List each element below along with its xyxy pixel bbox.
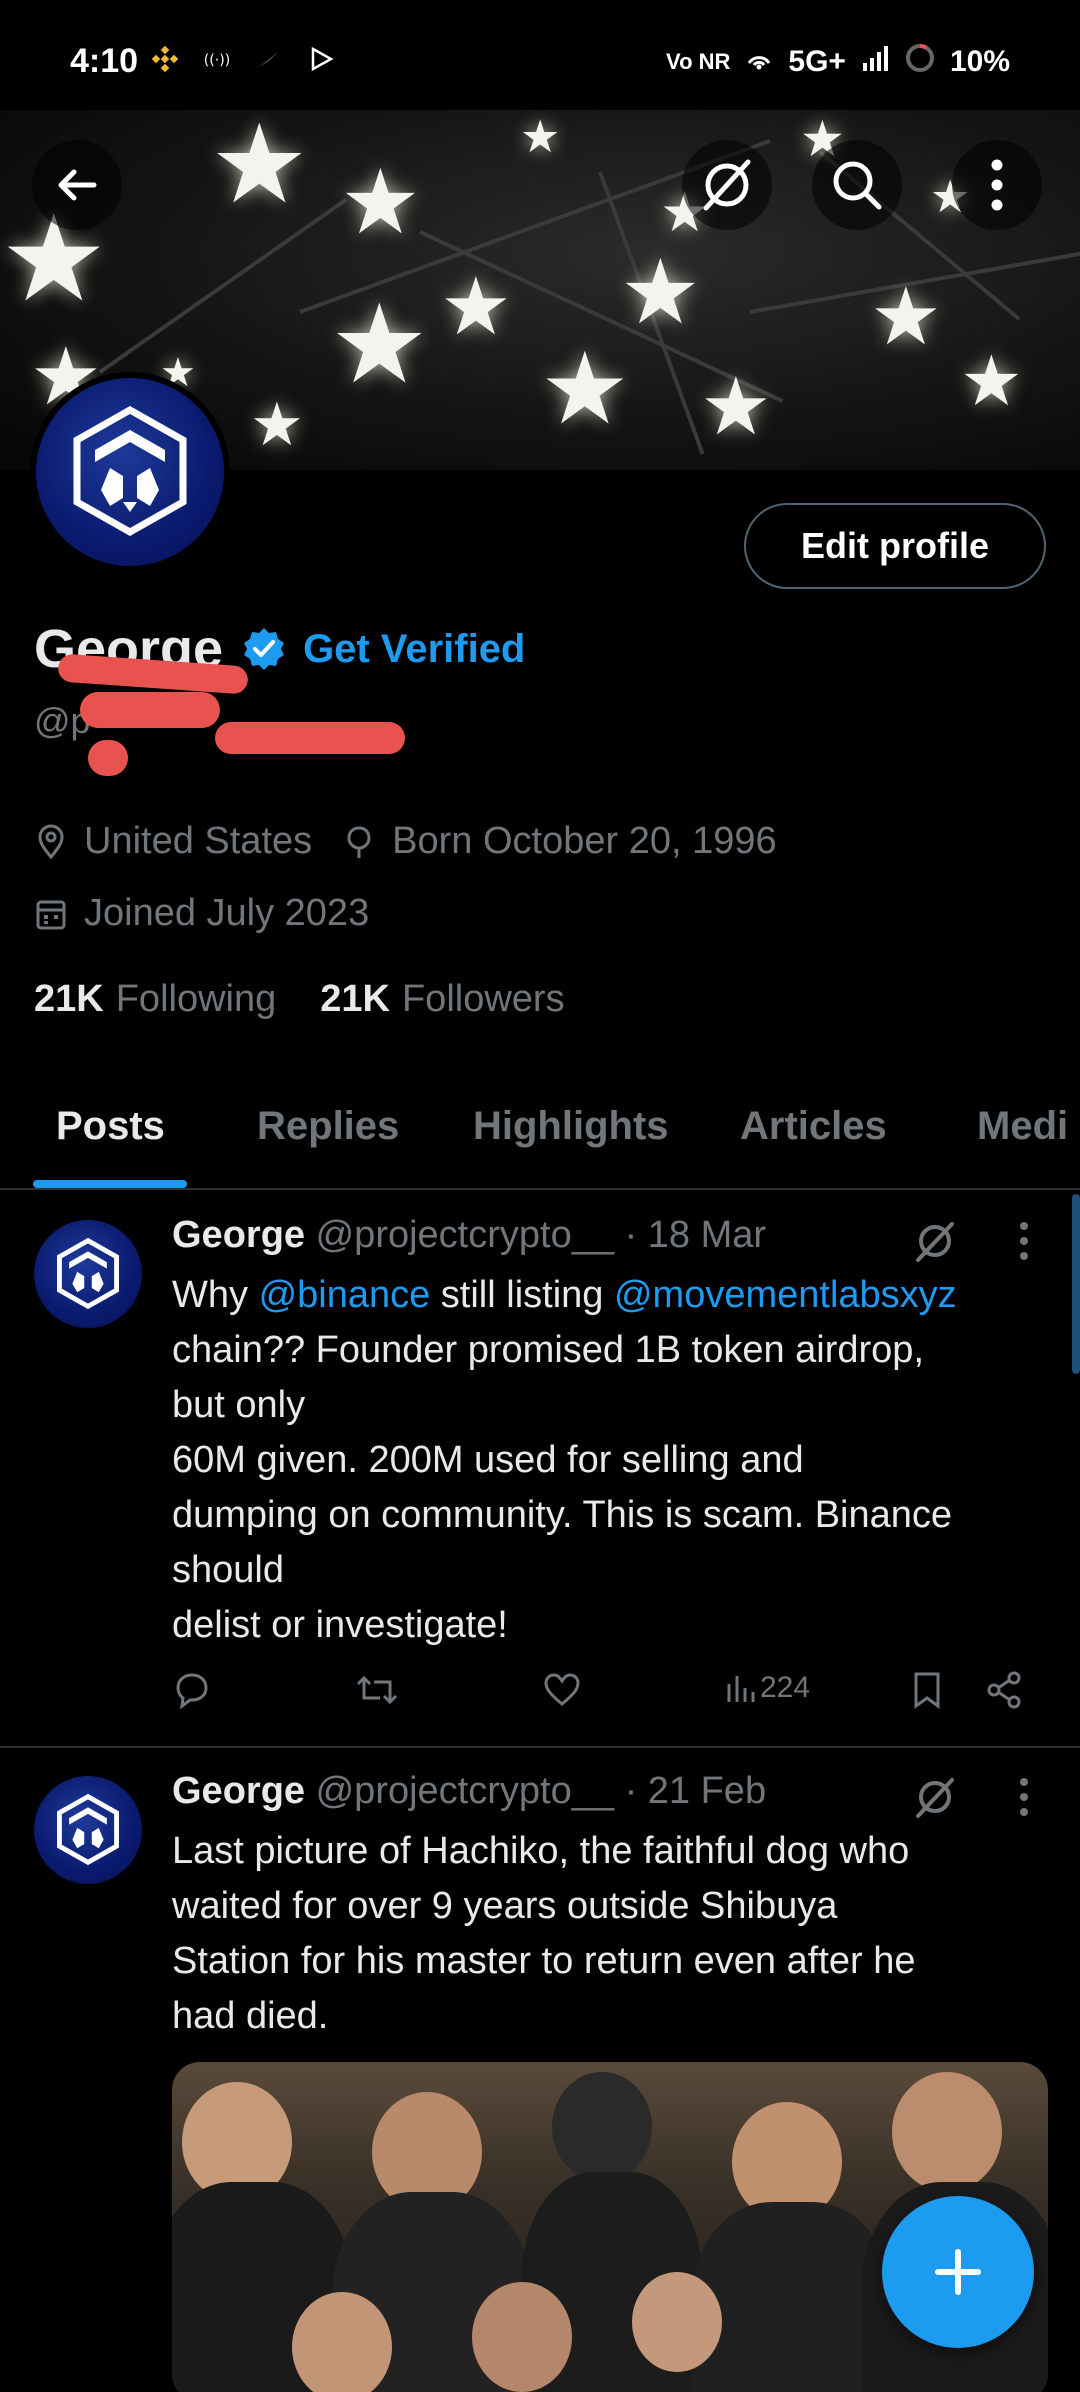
tweet-actions: 224 (172, 1670, 1032, 1730)
reply-button[interactable] (172, 1670, 212, 1710)
bookmark-icon (914, 1672, 940, 1709)
search-icon (833, 161, 882, 210)
redaction-mark (80, 692, 220, 728)
app-notification-icon (254, 44, 284, 74)
calendar-icon (36, 900, 66, 929)
network-type: 5G+ (788, 45, 846, 78)
status-bar: 4:10 ((·)) Vo NR 5G+ 10% (0, 0, 1080, 110)
like-button[interactable] (542, 1670, 582, 1710)
location-item: United States (34, 820, 312, 863)
mention-link[interactable]: @binance (259, 1274, 431, 1316)
mention-link[interactable]: @movementlabsxyz (614, 1274, 957, 1316)
wifi-calling-icon (744, 43, 774, 81)
birthday-item: Born October 20, 1996 (342, 820, 777, 863)
tweet-text: Why @binance still listing @movementlabs… (172, 1274, 957, 1646)
more-button[interactable] (952, 140, 1042, 230)
tweet[interactable]: George @projectcrypto__ · 18 Mar Why @bi… (0, 1192, 1080, 1747)
hotspot-icon: ((·)) (202, 44, 232, 74)
tweet-avatar[interactable] (34, 1776, 142, 1884)
tweet-text: Last picture of Hachiko, the faithful do… (172, 1830, 916, 2037)
plus-icon (935, 2249, 981, 2295)
tab-highlights[interactable]: Highlights (473, 1104, 669, 1149)
tweet-date[interactable]: · 21 Feb (625, 1770, 767, 1812)
tweet-more-icon[interactable] (1014, 1220, 1034, 1262)
compose-button[interactable] (882, 2196, 1034, 2348)
active-tab-indicator (33, 1180, 187, 1188)
follow-counts: 21K Following 21K Followers (34, 978, 565, 1021)
following-link[interactable]: 21K Following (34, 978, 276, 1021)
share-icon (987, 1671, 1021, 1709)
back-button[interactable] (32, 140, 122, 230)
redaction-mark (215, 722, 405, 754)
grok-icon (703, 159, 751, 211)
share-button[interactable] (984, 1670, 1024, 1710)
views-count: 224 (760, 1671, 811, 1704)
battery-percent: 10% (949, 45, 1010, 78)
tweet-date[interactable]: · 18 Mar (625, 1214, 766, 1256)
edit-profile-button[interactable]: Edit profile (744, 503, 1046, 589)
bookmark-button[interactable] (910, 1670, 944, 1710)
tweet-author[interactable]: George (172, 1770, 305, 1812)
status-notification-icons: ((·)) (150, 44, 336, 74)
like-icon (544, 1673, 580, 1706)
joined-text: Joined July 2023 (84, 892, 370, 934)
verified-badge-icon (244, 628, 285, 670)
redaction-mark (88, 740, 128, 776)
battery-icon (904, 42, 936, 82)
reply-icon (176, 1673, 208, 1710)
profile-joined-row: Joined July 2023 (34, 892, 399, 935)
profile-tabs: Posts Replies Highlights Articles Medi (0, 1080, 1080, 1190)
get-verified-link[interactable]: Get Verified (303, 627, 525, 672)
status-system-icons: Vo NR 5G+ 10% (666, 42, 1010, 82)
tweet-handle[interactable]: @projectcrypto__ (316, 1770, 614, 1812)
grok-icon[interactable] (912, 1218, 958, 1264)
tweet-header: George @projectcrypto__ · 18 Mar (172, 1214, 766, 1257)
tweet-author[interactable]: George (172, 1214, 305, 1256)
tab-media[interactable]: Medi (977, 1104, 1068, 1149)
signal-icon (860, 43, 890, 81)
tab-articles[interactable]: Articles (740, 1104, 887, 1149)
location-pin-icon (38, 824, 64, 859)
tweet-avatar[interactable] (34, 1220, 142, 1328)
views-button[interactable]: 224 (724, 1670, 810, 1706)
tab-posts[interactable]: Posts (56, 1104, 165, 1149)
grok-button[interactable] (682, 140, 772, 230)
back-arrow-icon (58, 169, 97, 201)
tweet-more-icon[interactable] (1014, 1776, 1034, 1818)
profile-meta-row: United States Born October 20, 1996 (34, 820, 807, 863)
views-icon (727, 1676, 755, 1702)
binance-icon (150, 44, 180, 74)
location-text: United States (84, 820, 313, 862)
retweet-button[interactable] (354, 1670, 400, 1710)
more-icon (991, 159, 1003, 211)
search-button[interactable] (812, 140, 902, 230)
status-time: 4:10 (70, 42, 139, 80)
joined-item: Joined July 2023 (34, 892, 369, 935)
profile-avatar[interactable] (30, 372, 230, 572)
followers-link[interactable]: 21K Followers (320, 978, 564, 1021)
play-store-icon (306, 44, 336, 74)
svg-text:((·)): ((·)) (204, 52, 231, 68)
grok-icon[interactable] (912, 1774, 958, 1820)
tweet-handle[interactable]: @projectcrypto__ (316, 1214, 614, 1256)
volte-indicator: Vo NR (666, 49, 731, 74)
retweet-icon (356, 1675, 398, 1705)
birthday-text: Born October 20, 1996 (392, 820, 777, 862)
crypto-com-logo (36, 378, 224, 566)
birthday-icon (347, 825, 371, 858)
tweet-header: George @projectcrypto__ · 21 Feb (172, 1770, 766, 1813)
tab-replies[interactable]: Replies (257, 1104, 399, 1149)
